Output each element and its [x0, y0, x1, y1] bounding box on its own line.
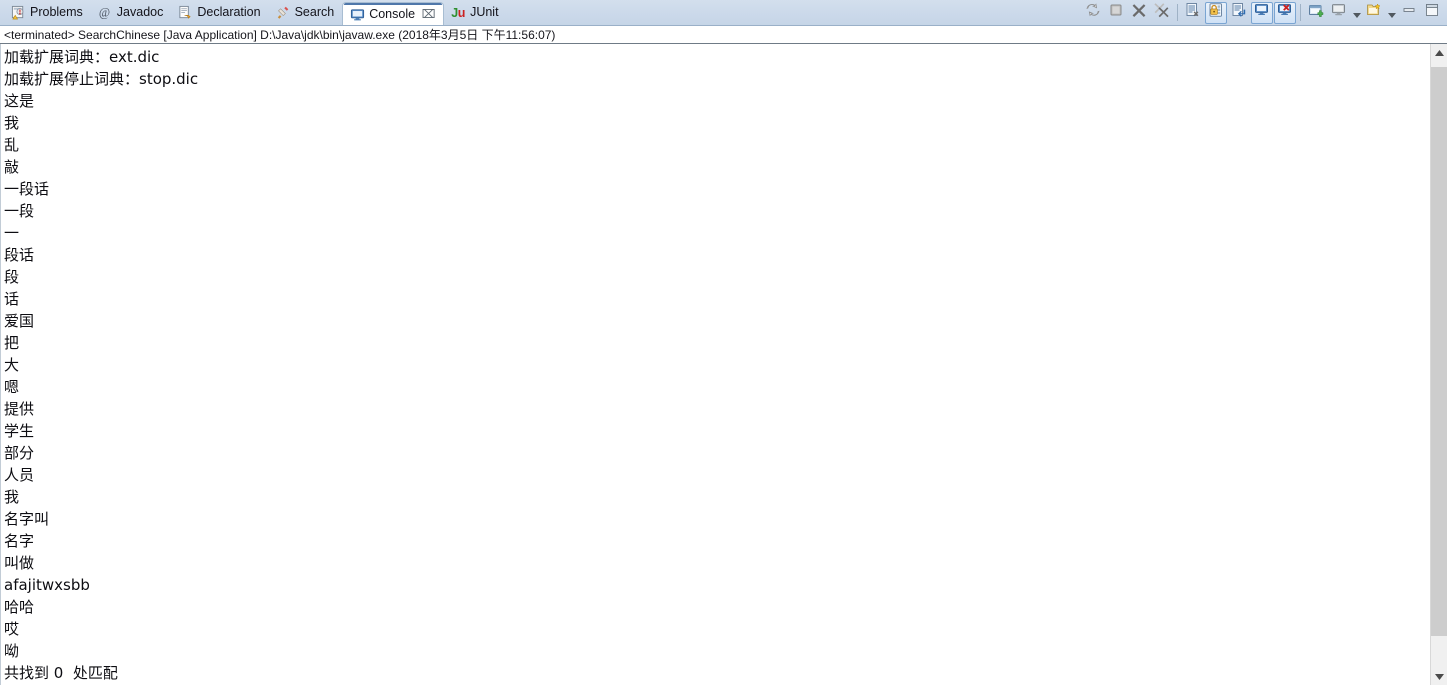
clear-console-icon: [1185, 2, 1201, 23]
console-line: afajitwxsbb: [4, 576, 90, 594]
console-line: 乱: [4, 136, 20, 154]
at-sign-icon: @: [97, 5, 113, 21]
close-icon[interactable]: ⌧: [422, 7, 436, 21]
scroll-lock-icon: [1208, 2, 1224, 23]
maximize-icon: [1424, 2, 1440, 23]
tab-problems[interactable]: Problems: [4, 0, 91, 25]
relaunch-icon: [1085, 2, 1101, 23]
console-line: 段: [4, 268, 20, 286]
vertical-scrollbar[interactable]: [1430, 44, 1447, 685]
new-console-view-button[interactable]: [1305, 2, 1327, 24]
console-line: 部分: [4, 444, 35, 462]
tab-console[interactable]: Console ⌧: [342, 2, 445, 25]
tab-label: Console: [369, 6, 416, 21]
word-wrap-icon: [1231, 2, 1247, 23]
show-console-on-error-button[interactable]: [1274, 1, 1296, 24]
search-icon: [275, 5, 291, 21]
toolbar-separator: [1177, 4, 1178, 21]
terminate-icon: [1108, 2, 1124, 23]
open-console-button[interactable]: [1363, 2, 1385, 24]
console-line: 我: [4, 114, 20, 132]
junit-badge-u: u: [457, 5, 466, 20]
console-line: 敲: [4, 158, 20, 176]
console-line: 把: [4, 334, 20, 352]
terminate-button[interactable]: [1105, 2, 1127, 24]
terminated-status-text: <terminated> SearchChinese [Java Applica…: [4, 28, 556, 42]
show-console-on-output-button[interactable]: [1251, 1, 1273, 24]
console-line: 呦: [4, 642, 20, 660]
console-line: 加载扩展词典：ext.dic: [4, 48, 160, 66]
word-wrap-button[interactable]: [1228, 2, 1250, 24]
tab-label: Declaration: [197, 5, 261, 20]
display-console-dropdown[interactable]: [1351, 2, 1362, 24]
show-console-on-error-icon: [1277, 2, 1293, 23]
tab-label: JUnit: [470, 5, 499, 20]
scroll-down-arrow[interactable]: [1431, 668, 1447, 685]
remove-launch-button[interactable]: [1128, 2, 1150, 24]
tab-declaration[interactable]: Declaration: [171, 0, 268, 25]
toolbar-separator: [1300, 4, 1301, 21]
console-line: 加载扩展停止词典：stop.dic: [4, 70, 199, 88]
console-line: 人员: [4, 466, 35, 484]
clear-console-button[interactable]: [1182, 2, 1204, 24]
console-line: 哎: [4, 620, 20, 638]
svg-text:@: @: [99, 6, 110, 20]
remove-all-launches-icon: [1154, 2, 1170, 23]
console-line: 叫做: [4, 554, 35, 572]
remove-launch-icon: [1131, 2, 1147, 23]
console-view: 加载扩展词典：ext.dic 加载扩展停止词典：stop.dic 这是我乱敲一段话一…: [0, 44, 1447, 685]
console-line: 大: [4, 356, 20, 374]
terminated-status-line: <terminated> SearchChinese [Java Applica…: [0, 26, 1447, 44]
console-line: 名字叫: [4, 510, 50, 528]
tab-search[interactable]: Search: [269, 0, 343, 25]
junit-icon: Ju: [450, 5, 466, 21]
remove-all-launches-button[interactable]: [1151, 2, 1173, 24]
scrollbar-track-lower[interactable]: [1431, 636, 1447, 668]
relaunch-button[interactable]: [1082, 2, 1104, 24]
maximize-button[interactable]: [1421, 2, 1443, 24]
console-line: 我: [4, 488, 20, 506]
console-line: 爱国: [4, 312, 35, 330]
scroll-lock-button[interactable]: [1205, 1, 1227, 24]
open-console-dropdown[interactable]: [1386, 2, 1397, 24]
console-line: 学生: [4, 422, 35, 440]
tab-javadoc[interactable]: @ Javadoc: [91, 0, 172, 25]
declaration-icon: [177, 5, 193, 21]
tab-label: Javadoc: [116, 5, 164, 20]
console-line: 一段话: [4, 180, 50, 198]
tab-junit[interactable]: Ju JUnit: [444, 0, 506, 25]
display-console-button[interactable]: [1328, 2, 1350, 24]
console-line: 提供: [4, 400, 35, 418]
tab-label: Problems: [30, 5, 83, 20]
tab-label: Search: [294, 5, 335, 20]
console-toolbar: [1082, 0, 1447, 25]
show-console-on-output-icon: [1254, 2, 1270, 23]
console-line: 共找到 0 处匹配: [4, 664, 118, 682]
console-line: 嗯: [4, 378, 20, 396]
console-output[interactable]: 加载扩展词典：ext.dic 加载扩展停止词典：stop.dic 这是我乱敲一段话一…: [0, 44, 1430, 685]
scroll-up-arrow[interactable]: [1431, 44, 1447, 61]
new-console-view-icon: [1308, 2, 1324, 23]
display-console-icon: [1331, 2, 1347, 23]
console-line: 段话: [4, 246, 35, 264]
problems-icon: [10, 5, 26, 21]
console-line: 话: [4, 290, 20, 308]
view-tab-bar: Problems @ Javadoc Declaration Search Co…: [0, 0, 1447, 26]
console-line: 一: [4, 224, 20, 242]
minimize-icon: [1401, 2, 1417, 23]
console-line: 这是: [4, 92, 35, 110]
minimize-button[interactable]: [1398, 2, 1420, 24]
scrollbar-thumb[interactable]: [1431, 67, 1447, 636]
open-console-icon: [1366, 2, 1382, 23]
console-line: 一段: [4, 202, 35, 220]
console-line: 哈哈: [4, 598, 35, 616]
console-icon: [349, 6, 365, 22]
console-line: 名字: [4, 532, 35, 550]
